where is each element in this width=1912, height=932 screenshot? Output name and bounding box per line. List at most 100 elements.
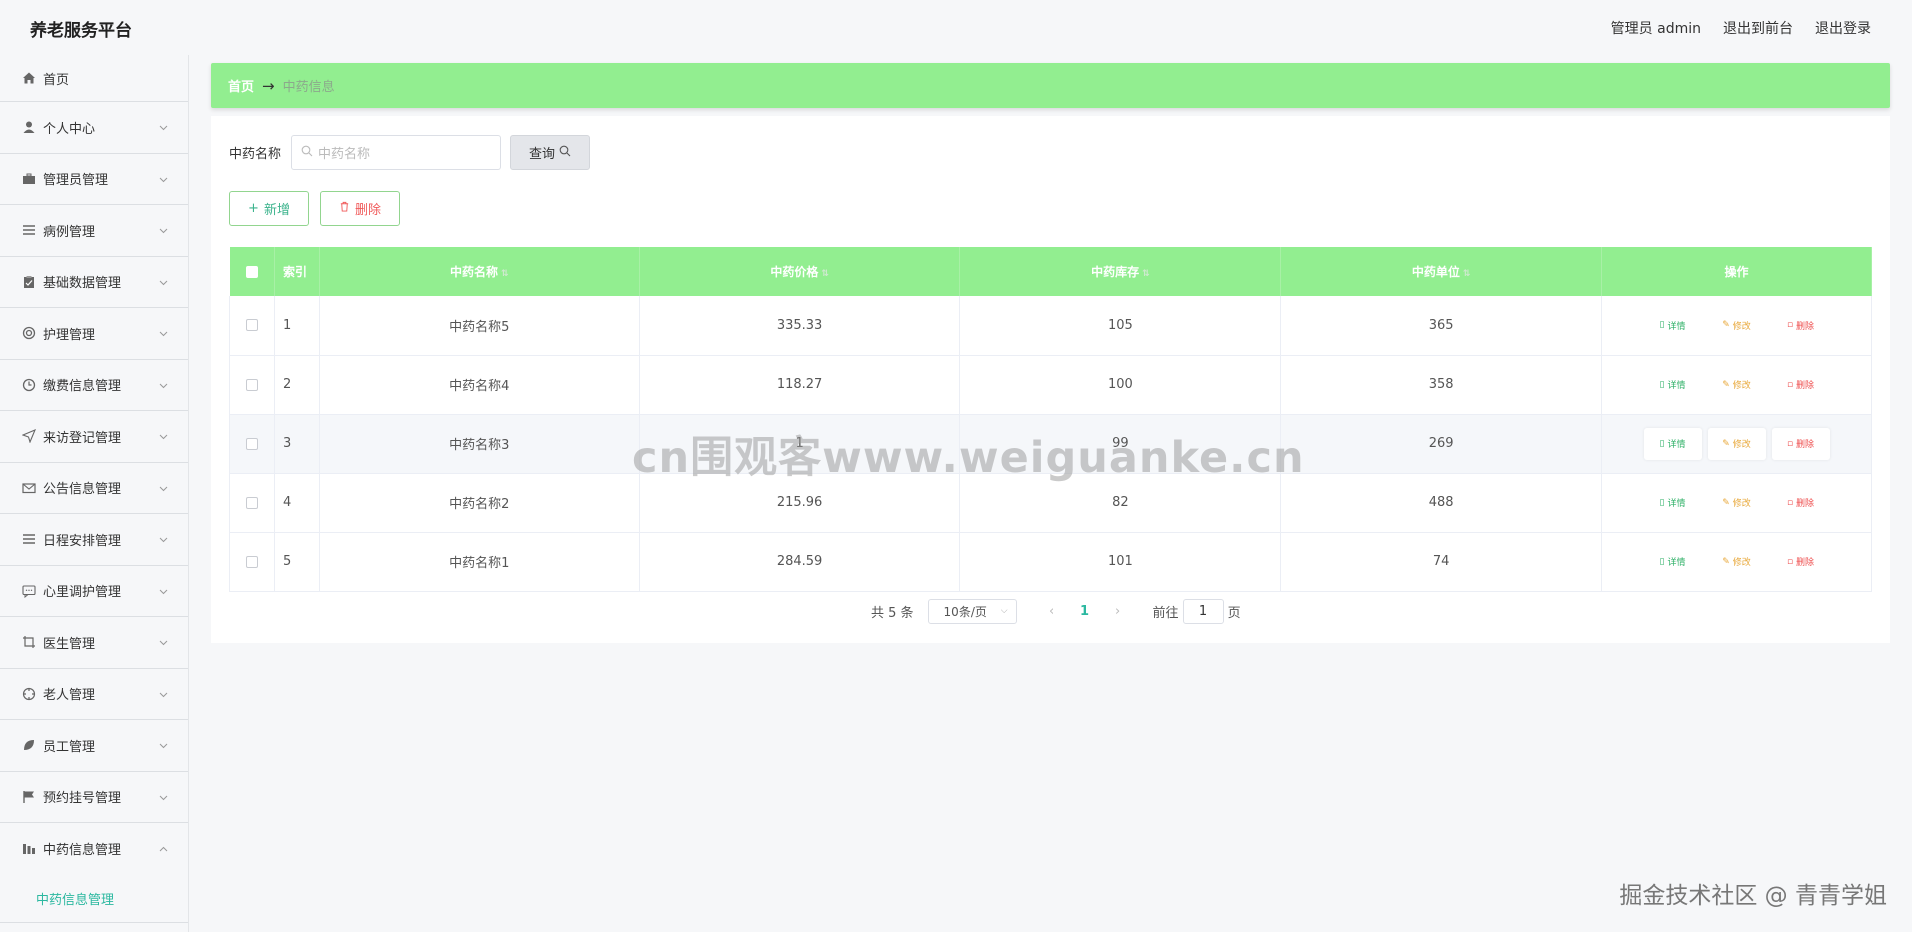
sidebar-item-visits[interactable]: 来访登记管理 [0,411,188,463]
sidebar-item-appointments[interactable]: 预约挂号管理 [0,772,188,823]
submenu-item-herb-management[interactable]: 中药信息管理 [0,875,188,923]
column-header-stock[interactable]: 中药库存 ⇅ [959,247,1282,296]
chevron-down-icon [159,173,168,182]
edit-button[interactable]: ✎ 修改 [1708,487,1766,519]
document-icon: ▯ [1659,320,1665,331]
add-button-label: 新增 [263,203,290,218]
sidebar-item-profile[interactable]: 个人中心 [0,102,188,154]
briefcase-icon [22,172,36,186]
batch-delete-label: 删除 [354,203,381,218]
cell-unit: 269 [1280,414,1603,474]
sort-icon: ⇅ [1462,269,1471,279]
sidebar-item-nursing[interactable]: 护理管理 [0,308,188,360]
delete-label: 删除 [1796,558,1815,568]
delete-label: 删除 [1796,381,1815,391]
cell-price: 118.27 [639,355,961,415]
query-button[interactable]: 查询 [510,135,591,170]
sidebar-item-home[interactable]: 首页 [0,55,188,102]
edit-button[interactable]: ✎ 修改 [1708,369,1766,401]
chevron-down-icon [159,636,168,646]
row-checkbox[interactable] [245,437,258,450]
prev-page-button[interactable]: ‹ [1039,604,1065,619]
search-input[interactable]: 中药名称 [291,135,502,170]
row-checkbox[interactable] [245,378,258,391]
detail-button[interactable]: ▯ 详情 [1644,546,1702,578]
detail-button[interactable]: ▯ 详情 [1644,487,1702,519]
edit-button[interactable]: ✎ 修改 [1708,546,1766,578]
row-select [229,355,275,415]
edit-button[interactable]: ✎ 修改 [1707,427,1766,460]
row-checkbox[interactable] [245,555,258,568]
sidebar-item-doctors[interactable]: 医生管理 [0,617,188,669]
chevron-down-icon [159,482,168,491]
sidebar-item-label: 病例管理 [43,224,96,240]
action-row: + 新增 删除 [229,191,400,226]
delete-button[interactable]: ▫ 删除 [1771,427,1830,460]
next-page-button[interactable]: › [1105,604,1131,619]
sidebar-item-label: 心里调护管理 [43,585,122,601]
leaf-icon [22,738,36,752]
edit-button[interactable]: ✎ 修改 [1708,309,1766,341]
batch-delete-button[interactable]: 删除 [320,191,400,226]
delete-button[interactable]: ▫ 删除 [1772,487,1830,519]
cell-stock: 105 [959,296,1282,356]
trash-icon: ▫ [1786,320,1794,331]
clipboard-icon [22,275,36,289]
cell-index: 4 [274,473,320,533]
row-checkbox[interactable] [245,496,258,509]
sidebar-item-admins[interactable]: 管理员管理 [0,154,188,205]
delete-button[interactable]: ▫ 删除 [1772,369,1830,401]
column-header-price[interactable]: 中药价格 ⇅ [639,247,961,296]
edit-icon: ✎ [1722,320,1730,331]
breadcrumb-home[interactable]: 首页 [228,76,254,95]
trash-icon: ▫ [1786,379,1794,390]
sidebar-item-herbs[interactable]: 中药信息管理 [0,823,188,875]
sidebar-item-label: 个人中心 [43,121,96,137]
sort-icon: ⇅ [501,269,509,279]
trash-icon: ▫ [1786,497,1794,508]
page-size-select[interactable]: 10条/页 ⌵ [927,599,1017,624]
search-placeholder: 中药名称 [318,147,371,162]
column-header-name[interactable]: 中药名称 ⇅ [319,247,640,296]
detail-button[interactable]: ▯ 详情 [1644,309,1702,341]
column-header-actions: 操作 [1601,247,1872,296]
column-header-label: 中药名称 [450,265,499,279]
detail-button[interactable]: ▯ 详情 [1643,427,1702,460]
chevron-down-icon [159,791,168,800]
sidebar-item-label: 日程安排管理 [43,533,122,549]
detail-label: 详情 [1667,321,1686,332]
sidebar-item-label: 公告信息管理 [43,482,122,498]
sidebar-item-schedule[interactable]: 日程安排管理 [0,514,188,566]
column-header-unit[interactable]: 中药单位 ⇅ [1280,247,1603,296]
row-checkbox[interactable] [245,319,258,332]
chevron-down-icon [159,430,168,440]
delete-button[interactable]: ▫ 删除 [1772,546,1830,578]
delete-button[interactable]: ▫ 删除 [1772,309,1830,341]
detail-button[interactable]: ▯ 详情 [1644,369,1702,401]
edit-label: 修改 [1732,321,1751,332]
sidebar-item-cases[interactable]: 病例管理 [0,205,188,257]
page-number[interactable]: 1 [1065,604,1105,619]
pagination: 共 5 条 10条/页 ⌵ ‹ 1 › 前往 1 页 [871,599,1241,624]
logout-link[interactable]: 退出登录 [1815,18,1871,38]
watermark-corner: 掘金技术社区 @ 青青学姐 [1619,883,1887,909]
detail-label: 详情 [1667,381,1686,391]
goto-page-input[interactable]: 1 [1182,599,1224,624]
sidebar-item-base-data[interactable]: 基础数据管理 [0,257,188,308]
sidebar-item-psych[interactable]: 心里调护管理 [0,566,188,617]
sidebar-item-staff[interactable]: 员工管理 [0,720,188,772]
back-to-front-link[interactable]: 退出到前台 [1723,18,1793,38]
sidebar-item-elderly[interactable]: 老人管理 [0,669,188,720]
trash-icon: ▫ [1786,438,1794,449]
cell-actions: ▯ 详情 ✎ 修改 ▫ 删除 [1601,296,1872,356]
select-all-checkbox[interactable] [245,266,258,278]
add-button[interactable]: + 新增 [229,191,309,226]
breadcrumb-current: 中药信息 [282,80,335,95]
chevron-down-icon [159,327,168,337]
document-icon: ▯ [1659,556,1665,567]
top-header: 养老服务平台 管理员 admin 退出到前台 退出登录 [0,0,1912,55]
edit-icon: ✎ [1722,438,1730,449]
sidebar-item-notices[interactable]: 公告信息管理 [0,463,188,514]
query-button-label: 查询 [529,147,556,162]
sidebar-item-payments[interactable]: 缴费信息管理 [0,360,188,411]
